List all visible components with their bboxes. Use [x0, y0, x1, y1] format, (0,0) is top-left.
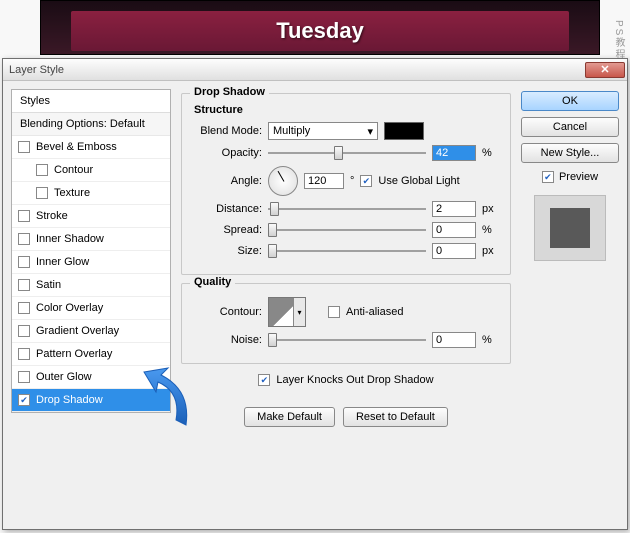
- style-item-inner-glow[interactable]: Inner Glow: [12, 251, 170, 274]
- distance-unit: px: [482, 203, 500, 215]
- style-item-label: Gradient Overlay: [36, 325, 119, 337]
- opacity-input[interactable]: 42: [432, 145, 476, 161]
- angle-unit: °: [350, 175, 354, 187]
- style-checkbox[interactable]: [18, 256, 30, 268]
- style-item-label: Inner Shadow: [36, 233, 104, 245]
- noise-unit: %: [482, 334, 500, 346]
- style-item-label: Satin: [36, 279, 61, 291]
- distance-label: Distance:: [192, 203, 262, 215]
- spread-unit: %: [482, 224, 500, 236]
- angle-label: Angle:: [192, 175, 262, 187]
- dialog-titlebar[interactable]: Layer Style ✕: [3, 59, 627, 81]
- app-banner: Tuesday: [40, 0, 600, 55]
- size-slider[interactable]: [268, 243, 426, 259]
- styles-header[interactable]: Styles: [12, 90, 170, 113]
- style-checkbox[interactable]: [36, 187, 48, 199]
- style-item-color-overlay[interactable]: Color Overlay: [12, 297, 170, 320]
- style-item-label: Texture: [54, 187, 90, 199]
- blend-mode-value: Multiply: [273, 125, 310, 137]
- style-item-gradient-overlay[interactable]: Gradient Overlay: [12, 320, 170, 343]
- distance-input[interactable]: 2: [432, 201, 476, 217]
- style-item-label: Bevel & Emboss: [36, 141, 117, 153]
- styles-list: Styles Blending Options: Default Bevel &…: [11, 89, 171, 413]
- spread-slider[interactable]: [268, 222, 426, 238]
- contour-label: Contour:: [192, 306, 262, 318]
- style-checkbox[interactable]: [18, 233, 30, 245]
- contour-picker[interactable]: ▾: [268, 297, 306, 327]
- preview-label: Preview: [559, 171, 598, 183]
- layer-style-dialog: Layer Style ✕ Styles Blending Options: D…: [2, 58, 628, 530]
- style-checkbox[interactable]: [18, 279, 30, 291]
- blend-mode-select[interactable]: Multiply ▾: [268, 122, 378, 140]
- reset-default-button[interactable]: Reset to Default: [343, 407, 448, 427]
- style-checkbox[interactable]: [18, 348, 30, 360]
- preview-inner: [550, 208, 590, 248]
- style-item-outer-glow[interactable]: Outer Glow: [12, 366, 170, 389]
- style-item-label: Inner Glow: [36, 256, 89, 268]
- style-checkbox[interactable]: [18, 302, 30, 314]
- cancel-button[interactable]: Cancel: [521, 117, 619, 137]
- style-item-label: Drop Shadow: [36, 394, 103, 406]
- opacity-unit: %: [482, 147, 500, 159]
- close-button[interactable]: ✕: [585, 62, 625, 78]
- style-checkbox[interactable]: [36, 164, 48, 176]
- close-icon: ✕: [600, 63, 609, 76]
- style-checkbox[interactable]: [18, 210, 30, 222]
- style-item-satin[interactable]: Satin: [12, 274, 170, 297]
- size-label: Size:: [192, 245, 262, 257]
- preview-swatch: [534, 195, 606, 261]
- new-style-button[interactable]: New Style...: [521, 143, 619, 163]
- quality-group: Quality Contour: ▾ Anti-aliased Noise: 0…: [181, 283, 511, 364]
- global-light-label: Use Global Light: [378, 175, 459, 187]
- style-item-inner-shadow[interactable]: Inner Shadow: [12, 228, 170, 251]
- quality-title: Quality: [190, 276, 235, 288]
- style-checkbox[interactable]: [18, 141, 30, 153]
- style-item-contour[interactable]: Contour: [12, 159, 170, 182]
- knockout-label: Layer Knocks Out Drop Shadow: [276, 374, 433, 386]
- style-item-label: Stroke: [36, 210, 68, 222]
- style-item-bevel-emboss[interactable]: Bevel & Emboss: [12, 136, 170, 159]
- chevron-down-icon: ▾: [293, 298, 305, 326]
- spread-input[interactable]: 0: [432, 222, 476, 238]
- opacity-label: Opacity:: [192, 147, 262, 159]
- panel-title: Drop Shadow: [190, 86, 269, 98]
- style-item-drop-shadow[interactable]: Drop Shadow: [12, 389, 170, 412]
- spread-label: Spread:: [192, 224, 262, 236]
- antialiased-label: Anti-aliased: [346, 306, 403, 318]
- preview-checkbox[interactable]: [542, 171, 554, 183]
- size-unit: px: [482, 245, 500, 257]
- noise-slider[interactable]: [268, 332, 426, 348]
- make-default-button[interactable]: Make Default: [244, 407, 335, 427]
- shadow-color-swatch[interactable]: [384, 122, 424, 140]
- banner-inner: Tuesday: [71, 11, 569, 51]
- style-checkbox[interactable]: [18, 325, 30, 337]
- global-light-checkbox[interactable]: [360, 175, 372, 187]
- size-input[interactable]: 0: [432, 243, 476, 259]
- style-item-stroke[interactable]: Stroke: [12, 205, 170, 228]
- structure-title: Structure: [194, 104, 500, 116]
- blend-mode-label: Blend Mode:: [192, 125, 262, 137]
- ok-button[interactable]: OK: [521, 91, 619, 111]
- dialog-title: Layer Style: [9, 64, 585, 76]
- style-item-label: Outer Glow: [36, 371, 92, 383]
- banner-title: Tuesday: [276, 18, 364, 44]
- antialiased-checkbox[interactable]: [328, 306, 340, 318]
- chevron-down-icon: ▾: [367, 125, 373, 138]
- style-item-texture[interactable]: Texture: [12, 182, 170, 205]
- style-item-label: Pattern Overlay: [36, 348, 112, 360]
- drop-shadow-group: Drop Shadow Structure Blend Mode: Multip…: [181, 93, 511, 275]
- noise-label: Noise:: [192, 334, 262, 346]
- style-item-label: Contour: [54, 164, 93, 176]
- style-item-label: Color Overlay: [36, 302, 103, 314]
- style-checkbox[interactable]: [18, 371, 30, 383]
- noise-input[interactable]: 0: [432, 332, 476, 348]
- angle-input[interactable]: 120: [304, 173, 344, 189]
- distance-slider[interactable]: [268, 201, 426, 217]
- opacity-slider[interactable]: [268, 145, 426, 161]
- style-item-pattern-overlay[interactable]: Pattern Overlay: [12, 343, 170, 366]
- angle-dial[interactable]: [268, 166, 298, 196]
- style-checkbox[interactable]: [18, 394, 30, 406]
- knockout-checkbox[interactable]: [258, 374, 270, 386]
- blending-options-item[interactable]: Blending Options: Default: [12, 113, 170, 136]
